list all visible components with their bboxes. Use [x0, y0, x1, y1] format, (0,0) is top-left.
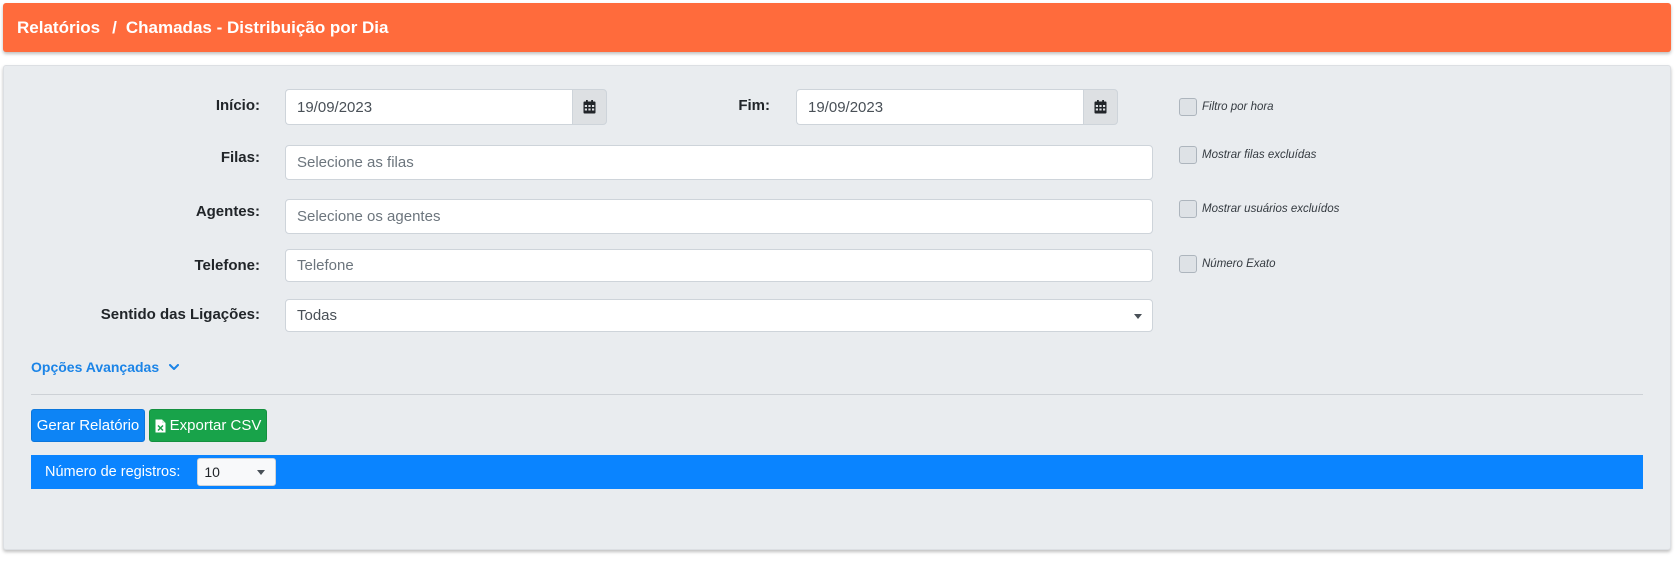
chevron-down-icon: [169, 363, 180, 370]
filter-panel: Início: 19/09/2023 Fim: 19/09/2023 Filtr…: [3, 65, 1671, 550]
hour-filter-checkbox[interactable]: [1179, 98, 1197, 116]
hour-filter-label: Filtro por hora: [1202, 101, 1274, 113]
generate-report-button[interactable]: Gerar Relatório: [31, 409, 145, 442]
start-date-group: 19/09/2023: [285, 89, 607, 125]
caret-down-icon: [1134, 313, 1142, 319]
phone-label: Telefone:: [194, 257, 260, 274]
start-date-calendar-button[interactable]: [572, 89, 607, 125]
show-excluded-queues-option: Mostrar filas excluídas: [1179, 146, 1316, 164]
generate-report-label: Gerar Relatório: [36, 417, 140, 434]
queues-select[interactable]: Selecione as filas: [285, 145, 1153, 180]
breadcrumb-root[interactable]: Relatórios: [17, 18, 100, 38]
end-date-input[interactable]: 19/09/2023: [796, 89, 1083, 125]
start-date-input[interactable]: 19/09/2023: [285, 89, 572, 125]
show-excluded-users-label: Mostrar usuários excluídos: [1202, 203, 1340, 215]
start-date-label: Início:: [215, 97, 260, 114]
page-title: Chamadas - Distribuição por Dia: [125, 17, 389, 37]
call-direction-value: Todas: [297, 307, 338, 324]
breadcrumb-separator: /: [112, 17, 117, 37]
caret-down-icon: [257, 470, 266, 475]
end-date-calendar-button[interactable]: [1083, 89, 1118, 125]
show-excluded-users-option: Mostrar usuários excluídos: [1179, 200, 1339, 218]
records-count-label: Número de registros:: [45, 464, 181, 480]
breadcrumb: Relatórios / Chamadas - Distribuição por…: [3, 3, 1671, 52]
export-csv-label: Exportar CSV: [169, 417, 262, 434]
exact-number-checkbox[interactable]: [1179, 255, 1197, 273]
records-per-page-select[interactable]: 10: [197, 458, 277, 486]
call-direction-select[interactable]: Todas: [285, 299, 1153, 332]
show-excluded-queues-label: Mostrar filas excluídas: [1202, 149, 1317, 161]
end-date-label: Fim:: [738, 97, 770, 114]
exact-number-label: Número Exato: [1202, 258, 1276, 270]
records-per-page-value: 10: [204, 464, 220, 480]
advanced-options-label: Opções Avançadas: [31, 359, 160, 375]
agents-label: Agentes:: [195, 203, 260, 220]
call-direction-label: Sentido das Ligações:: [100, 306, 260, 323]
calendar-icon: [1094, 100, 1107, 114]
records-bar: Número de registros: 10: [31, 455, 1643, 489]
agents-select[interactable]: Selecione os agentes: [285, 199, 1153, 234]
divider: [31, 394, 1643, 395]
calendar-icon: [583, 100, 596, 114]
advanced-options-toggle[interactable]: Opções Avançadas: [31, 359, 180, 375]
show-excluded-queues-checkbox[interactable]: [1179, 146, 1197, 164]
queues-label: Filas:: [220, 149, 260, 166]
hour-filter-option: Filtro por hora: [1179, 98, 1274, 116]
end-date-group: 19/09/2023: [796, 89, 1118, 125]
export-csv-button[interactable]: Exportar CSV: [149, 409, 267, 442]
show-excluded-users-checkbox[interactable]: [1179, 200, 1197, 218]
exact-number-option: Número Exato: [1179, 255, 1276, 273]
phone-input[interactable]: Telefone: [285, 249, 1153, 282]
file-excel-icon: [155, 419, 166, 432]
